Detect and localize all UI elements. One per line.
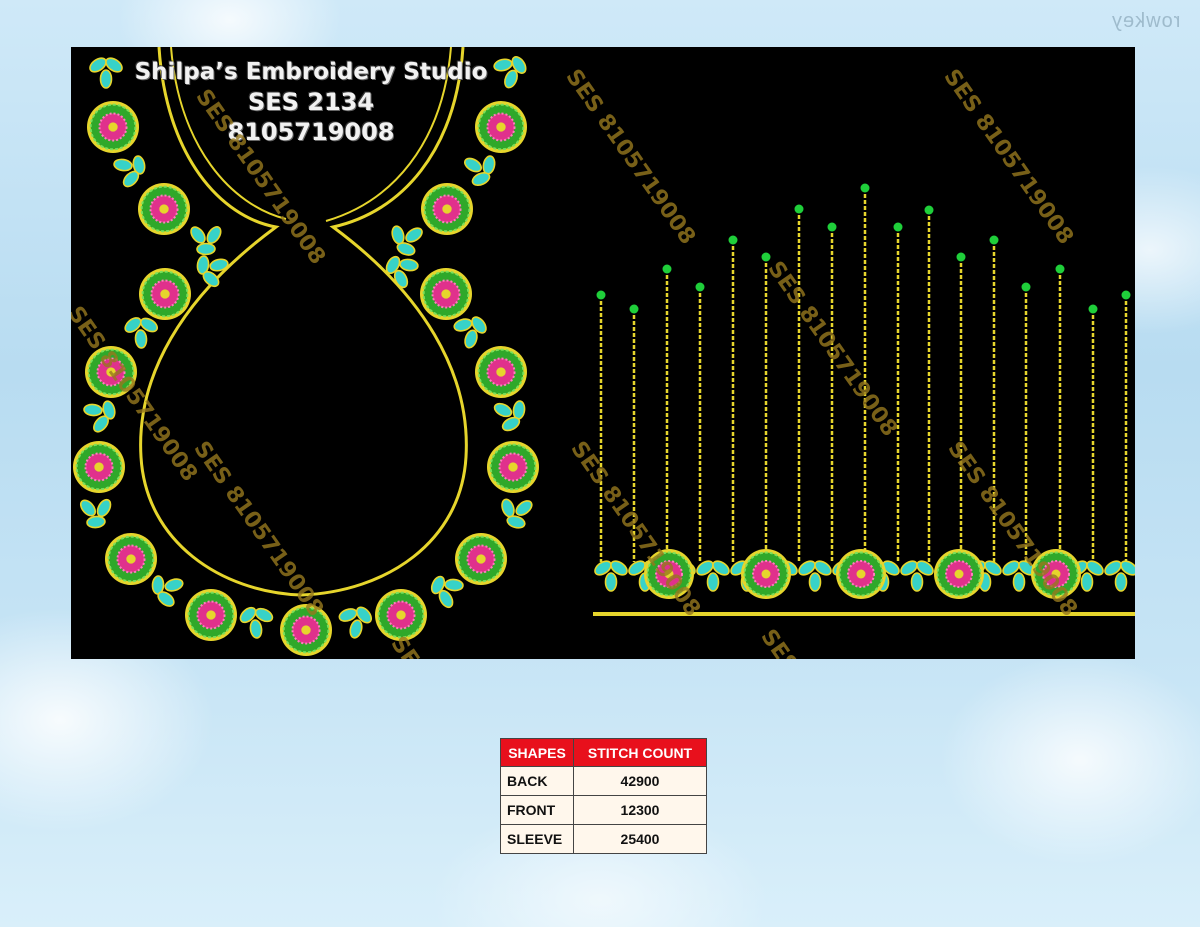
leaf-motif xyxy=(196,242,216,256)
leaf-motif xyxy=(464,329,478,349)
bead xyxy=(629,304,639,314)
leaf-motif xyxy=(190,226,206,244)
leaf-motif xyxy=(808,572,822,592)
bead xyxy=(860,183,870,193)
flower-center xyxy=(761,569,771,579)
bead xyxy=(1055,264,1065,274)
leaf-motif xyxy=(910,572,924,592)
leaf-motif xyxy=(96,498,112,518)
leaf-motif xyxy=(399,258,419,272)
bead xyxy=(827,222,837,232)
leaf-motif xyxy=(391,225,405,245)
studio-code: SES 2134 xyxy=(247,88,375,116)
flower-center xyxy=(954,569,964,579)
flower-center xyxy=(496,367,506,377)
shape-cell: BACK xyxy=(500,766,574,796)
leaf-motif xyxy=(1080,572,1094,592)
column-header-shapes: SHAPES xyxy=(500,738,574,767)
embroidery-design-panel: Shilpa’s Embroidery Studio SES 2134 8105… xyxy=(71,47,1135,659)
bead xyxy=(1088,304,1098,314)
leaf-motif xyxy=(512,400,526,420)
leaf-motif xyxy=(349,619,363,639)
bead xyxy=(761,252,771,262)
corner-watermark: rowkey xyxy=(1110,10,1180,32)
leaf-motif xyxy=(99,69,113,89)
bead xyxy=(695,282,705,292)
bead xyxy=(728,235,738,245)
shape-cell: SLEEVE xyxy=(500,824,574,854)
flower-center xyxy=(442,204,452,214)
column-header-stitch-count: STITCH COUNT xyxy=(573,738,707,767)
bead xyxy=(924,205,934,215)
leaf-motif xyxy=(86,515,106,529)
leaf-motif xyxy=(206,226,222,244)
leaf-motif xyxy=(405,227,423,243)
flower-center xyxy=(160,289,170,299)
leaf-motif xyxy=(134,329,148,349)
bead xyxy=(956,252,966,262)
leaf-motif xyxy=(79,499,97,517)
flower-center xyxy=(396,610,406,620)
flower-center xyxy=(301,625,311,635)
table-row: FRONT 12300 xyxy=(500,795,707,825)
flower-center xyxy=(94,462,104,472)
leaf-motif xyxy=(493,402,513,418)
leaf-motif xyxy=(463,157,483,173)
leaf-motif xyxy=(249,619,263,639)
studio-header: Shilpa’s Embroidery Studio SES 2134 8105… xyxy=(111,57,511,147)
leaf-motif xyxy=(1114,572,1128,592)
leaf-motif xyxy=(706,572,720,592)
stitch-count-cell: 12300 xyxy=(573,795,707,825)
bead xyxy=(1021,282,1031,292)
leaf-motif xyxy=(515,500,533,516)
leaf-motif xyxy=(1012,572,1026,592)
bead xyxy=(989,235,999,245)
bead xyxy=(596,290,606,300)
leaf-motif xyxy=(506,515,526,529)
flower-center xyxy=(856,569,866,579)
flower-center xyxy=(126,554,136,564)
flower-center xyxy=(441,289,451,299)
leaf-motif xyxy=(444,578,464,592)
table-row: SLEEVE 25400 xyxy=(500,824,707,854)
flower-center xyxy=(508,462,518,472)
bead xyxy=(1121,290,1131,300)
studio-phone: 8105719008 xyxy=(227,118,395,146)
bead xyxy=(893,222,903,232)
flower-center xyxy=(159,204,169,214)
leaf-motif xyxy=(482,155,496,175)
table-row: BACK 42900 xyxy=(500,766,707,796)
studio-name: Shilpa’s Embroidery Studio xyxy=(134,59,488,85)
flower-center xyxy=(206,610,216,620)
bead xyxy=(662,264,672,274)
shape-cell: FRONT xyxy=(500,795,574,825)
leaf-motif xyxy=(164,578,184,592)
table-header-row: SHAPES STITCH COUNT xyxy=(500,738,707,767)
stitch-count-cell: 25400 xyxy=(573,824,707,854)
leaf-motif xyxy=(501,498,515,518)
flower-center xyxy=(476,554,486,564)
leaf-motif xyxy=(83,403,103,417)
leaf-motif xyxy=(604,572,618,592)
bead xyxy=(794,204,804,214)
stitch-count-table: SHAPES STITCH COUNT BACK 42900 FRONT 123… xyxy=(500,738,707,854)
leaf-motif xyxy=(113,158,133,172)
stitch-count-cell: 42900 xyxy=(573,766,707,796)
